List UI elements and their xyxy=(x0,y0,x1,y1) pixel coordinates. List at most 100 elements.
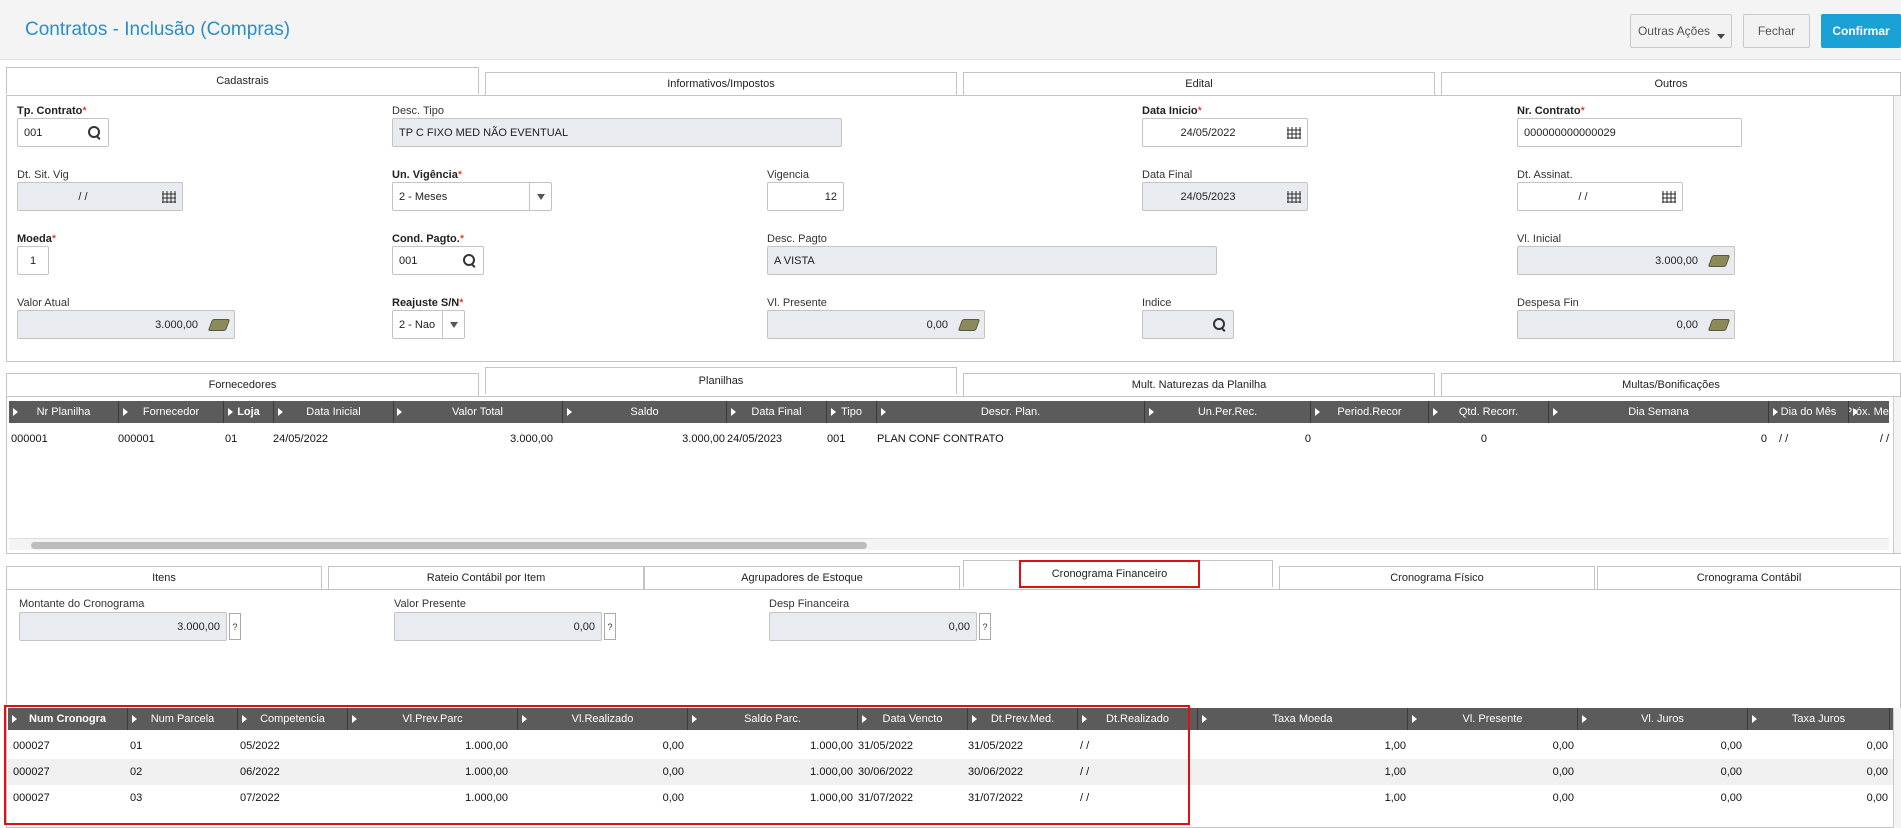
table-cell: 31/07/2022 xyxy=(968,792,1024,804)
valor-atual-field[interactable]: 3.000,00 xyxy=(17,310,235,339)
close-button[interactable]: Fechar xyxy=(1743,14,1810,48)
tab-planilhas[interactable]: Planilhas xyxy=(485,367,957,394)
calendar-icon[interactable] xyxy=(162,191,176,203)
data-inicio-field[interactable]: 24/05/2022 xyxy=(1142,118,1308,147)
indice-field[interactable] xyxy=(1142,310,1234,339)
valor-presente-field[interactable]: 0,00 xyxy=(394,612,602,641)
un-vigencia-select[interactable]: 2 - Meses xyxy=(392,182,552,211)
montante-field[interactable]: 3.000,00 xyxy=(19,612,227,641)
table-row[interactable]: 000027 03 07/2022 1.000,00 0,00 1.000,00 31/07… xyxy=(8,785,1893,811)
tab-outros[interactable]: Outros xyxy=(1441,72,1901,96)
horizontal-scrollbar[interactable] xyxy=(9,538,1889,550)
chevron-down-icon[interactable] xyxy=(442,311,464,338)
tp-contrato-field[interactable]: 001 xyxy=(17,118,109,147)
tab-edital[interactable]: Edital xyxy=(963,72,1435,96)
search-icon[interactable] xyxy=(1213,318,1227,332)
column-header-taxa-moeda[interactable]: Taxa Moeda xyxy=(1198,708,1408,730)
column-header-num-parcela[interactable]: Num Parcela xyxy=(128,708,238,730)
column-header-tipo[interactable]: Tipo xyxy=(827,401,877,423)
nr-contrato-field[interactable]: 000000000000029 xyxy=(1517,118,1742,147)
chevron-down-icon[interactable] xyxy=(529,183,551,210)
search-icon[interactable] xyxy=(88,126,102,140)
desp-financeira-field[interactable]: 0,00 xyxy=(769,612,977,641)
tab-cronograma-fisico[interactable]: Cronograma Físico xyxy=(1279,566,1595,590)
tab-informativos-impostos[interactable]: Informativos/Impostos xyxy=(485,72,957,96)
cronograma-vertical-scrollbar[interactable] xyxy=(1893,708,1901,828)
column-header-taxa-juros[interactable]: Taxa Juros xyxy=(1748,708,1890,730)
table-cell: 0,00 xyxy=(662,766,684,778)
vl-inicial-field[interactable]: 3.000,00 xyxy=(1517,246,1735,275)
table-cell: 0,00 xyxy=(1866,792,1888,804)
search-icon[interactable] xyxy=(463,254,477,268)
tab-itens[interactable]: Itens xyxy=(6,566,322,590)
tab-mult-naturezas[interactable]: Mult. Naturezas da Planilha xyxy=(963,373,1435,397)
help-icon[interactable]: ? xyxy=(229,613,241,640)
column-header-qtd-recorr[interactable]: Qtd. Recorr. xyxy=(1429,401,1549,423)
tab-fornecedores[interactable]: Fornecedores xyxy=(6,373,479,397)
column-header-saldo-parc[interactable]: Saldo Parc. xyxy=(688,708,858,730)
dt-sit-vig-field[interactable]: / / xyxy=(17,182,183,211)
column-header-vl-realizado[interactable]: Vl.Realizado xyxy=(518,708,688,730)
column-header-saldo[interactable]: Saldo xyxy=(563,401,727,423)
tab-multas-bonificacoes[interactable]: Multas/Bonificações xyxy=(1441,373,1901,397)
data-final-field[interactable]: 24/05/2023 xyxy=(1142,182,1308,211)
dt-assinat-field[interactable]: / / xyxy=(1517,182,1683,211)
table-cell: 30/06/2022 xyxy=(858,766,914,778)
calendar-icon[interactable] xyxy=(1662,191,1676,203)
reajuste-select[interactable]: 2 - Nao xyxy=(392,310,465,339)
tab-cadastrais[interactable]: Cadastrais xyxy=(6,67,479,94)
confirm-button[interactable]: Confirmar xyxy=(1821,14,1901,48)
money-icon[interactable] xyxy=(207,319,231,331)
column-header-nr-planilha[interactable]: Nr Planilha xyxy=(9,401,119,423)
vigencia-field[interactable]: 12 xyxy=(767,182,844,211)
desc-pagto-field[interactable]: A VISTA xyxy=(767,246,1217,275)
column-header-un-per-rec[interactable]: Un.Per.Rec. xyxy=(1145,401,1311,423)
column-header-data-final[interactable]: Data Final xyxy=(727,401,827,423)
column-header-valor-total[interactable]: Valor Total xyxy=(393,401,563,423)
despesa-fin-field[interactable]: 0,00 xyxy=(1517,310,1735,339)
money-icon[interactable] xyxy=(1707,255,1731,267)
table-row[interactable]: 000027 01 05/2022 1.000,00 0,00 1.000,00 31/05… xyxy=(8,733,1893,759)
money-icon[interactable] xyxy=(1707,319,1731,331)
column-header-vl-prev-parc[interactable]: Vl.Prev.Parc xyxy=(348,708,518,730)
calendar-icon[interactable] xyxy=(1287,191,1301,203)
column-header-fornecedor[interactable]: Fornecedor xyxy=(119,401,224,423)
help-icon[interactable]: ? xyxy=(604,613,616,640)
form-scrollbar[interactable] xyxy=(1893,96,1901,361)
moeda-field[interactable]: 1 xyxy=(17,246,49,275)
tab-cronograma-financeiro[interactable]: Cronograma Financeiro xyxy=(963,560,1273,588)
desc-tipo-field[interactable]: TP C FIXO MED NÃO EVENTUAL xyxy=(392,118,842,147)
nr-contrato-label: Nr. Contrato* xyxy=(1517,105,1585,117)
table-cell: 000001 xyxy=(11,433,48,445)
column-header-data-inicial[interactable]: Data Inicial xyxy=(274,401,394,423)
tab-rateio-contabil[interactable]: Rateio Contábil por Item xyxy=(328,566,644,590)
tab-cronograma-contabil[interactable]: Cronograma Contábil xyxy=(1597,566,1901,590)
other-actions-button[interactable]: Outras Ações xyxy=(1630,14,1732,48)
column-header-pr-x-med[interactable]: Próx. Med. xyxy=(1849,401,1895,423)
column-header-period-recor[interactable]: Period.Recor xyxy=(1311,401,1429,423)
column-header-dia-do-m-s[interactable]: Dia do Mês xyxy=(1769,401,1849,423)
column-header-dt-realizado[interactable]: Dt.Realizado xyxy=(1078,708,1198,730)
column-header-loja[interactable]: Loja xyxy=(224,401,274,423)
column-header-vl-juros[interactable]: Vl. Juros xyxy=(1578,708,1748,730)
vl-presente-field[interactable]: 0,00 xyxy=(767,310,985,339)
column-header-dia-semana[interactable]: Dia Semana xyxy=(1549,401,1769,423)
column-header-descr-plan[interactable]: Descr. Plan. xyxy=(877,401,1145,423)
table-cell: 05/2022 xyxy=(240,740,280,752)
column-header-competencia[interactable]: Competencia xyxy=(238,708,348,730)
column-header-data-vencto[interactable]: Data Vencto xyxy=(858,708,968,730)
help-icon[interactable]: ? xyxy=(979,613,991,640)
column-header-dt-prev-med[interactable]: Dt.Prev.Med. xyxy=(968,708,1078,730)
planilhas-vertical-scrollbar[interactable] xyxy=(1893,397,1901,553)
column-header-num-cronogra[interactable]: Num Cronogra xyxy=(8,708,128,730)
column-header-vl-presente[interactable]: Vl. Presente xyxy=(1408,708,1578,730)
calendar-icon[interactable] xyxy=(1287,127,1301,139)
table-cell: 03 xyxy=(130,792,143,804)
scrollbar-thumb[interactable] xyxy=(31,542,867,549)
money-icon[interactable] xyxy=(957,319,981,331)
table-cell: 1.000,00 xyxy=(465,792,508,804)
table-row[interactable]: 000001 000001 01 24/05/2022 3.000,00 3.000,00… xyxy=(9,426,1889,452)
tab-agrupadores-estoque[interactable]: Agrupadores de Estoque xyxy=(644,566,960,590)
cond-pagto-field[interactable]: 001 xyxy=(392,246,484,275)
table-row[interactable]: 000027 02 06/2022 1.000,00 0,00 1.000,00 30/06… xyxy=(8,759,1893,785)
